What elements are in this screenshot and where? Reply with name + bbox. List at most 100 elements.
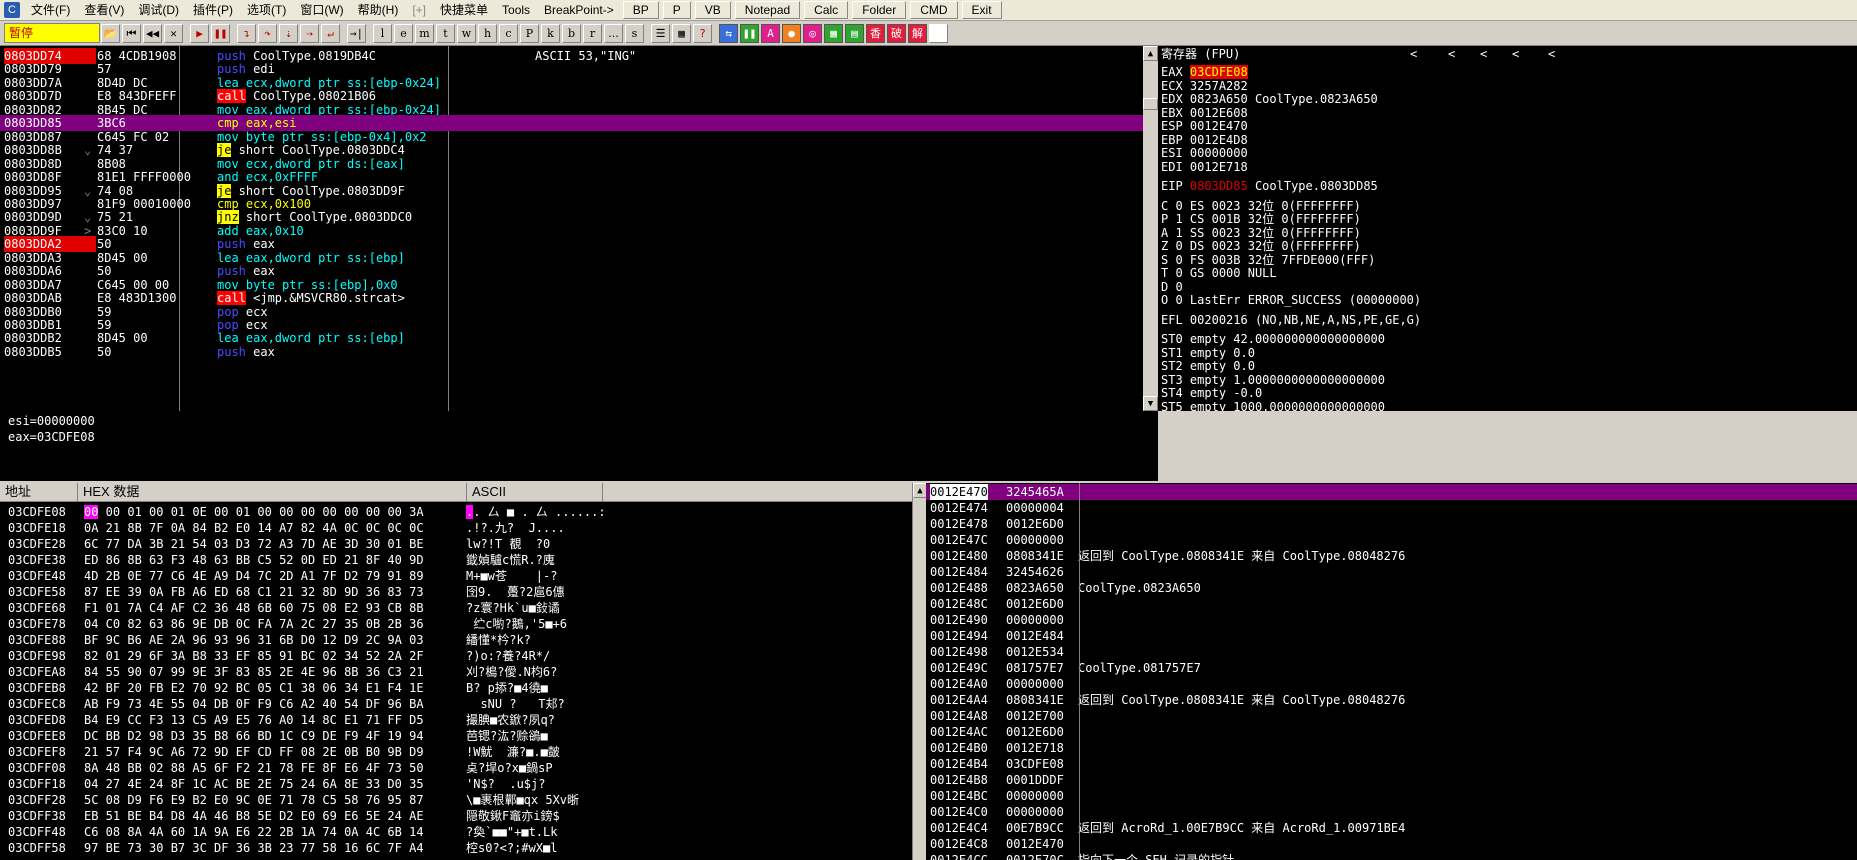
stack-row[interactable]: 0012E4A8 0012E700 <box>926 708 1857 724</box>
window-t-button[interactable]: t <box>436 23 455 43</box>
register-value[interactable]: 0803DD85 <box>1190 179 1248 193</box>
stack-row[interactable]: 0012E4AC 0012E6D0 <box>926 724 1857 740</box>
stack-row[interactable]: 0012E480 0808341E 返回到 CoolType.0808341E 来自… <box>926 548 1857 564</box>
plugin-2-button[interactable]: 解 <box>908 23 927 43</box>
stack-row[interactable]: 0012E488 0823A650 CoolType.0823A650 <box>926 580 1857 596</box>
step-into-icon[interactable]: ↴ <box>237 23 256 43</box>
stack-row[interactable]: 0012E498 0012E534 <box>926 644 1857 660</box>
stack-row[interactable]: 0012E494 0012E484 <box>926 628 1857 644</box>
nav-left-icon[interactable]: < <box>1512 46 1519 62</box>
plugin-0-button[interactable]: 香 <box>866 23 885 43</box>
nav-left-icon[interactable]: < <box>1448 46 1455 62</box>
dump-header-address[interactable]: 地址 <box>0 483 78 501</box>
menu-item[interactable]: Tools <box>495 0 537 20</box>
stack-row[interactable]: 0012E47C 00000000 <box>926 532 1857 548</box>
window-w-button[interactable]: w <box>457 23 476 43</box>
menu-button-folder[interactable]: Folder <box>852 1 907 19</box>
stack-row[interactable]: 0012E4C4 00E7B9CC 返回到 AcroRd_1.00E7B9CC 来自… <box>926 820 1857 836</box>
stack-row[interactable]: 0012E484 32454626 <box>926 564 1857 580</box>
open-folder-icon[interactable]: 📂 <box>101 23 120 43</box>
stack-row[interactable]: 0012E470 3245465A <box>926 484 1857 500</box>
menu-item[interactable]: 选项(T) <box>240 0 293 20</box>
goto-icon[interactable]: →| <box>347 23 366 43</box>
close-icon[interactable]: ✕ <box>164 23 183 43</box>
stack-row[interactable]: 0012E4C8 0012E470 <box>926 836 1857 852</box>
menu-item[interactable]: 快捷菜单 <box>433 0 495 20</box>
stack-row[interactable]: 0012E490 00000000 <box>926 612 1857 628</box>
window-r-button[interactable]: r <box>583 23 602 43</box>
pause-icon[interactable]: ❚❚ <box>211 23 230 43</box>
window-l-button[interactable]: l <box>373 23 392 43</box>
step-over-icon[interactable]: ↷ <box>258 23 277 43</box>
register-line[interactable]: EFL 00200216 (NO,NB,NE,A,NS,PE,GE,G) <box>1161 312 1421 328</box>
scroll-down-arrow-icon[interactable]: ▼ <box>1143 396 1158 411</box>
disassembly-pane[interactable]: 0803DD74 68 4CDB1908 push CoolType.0819DB4… <box>0 46 1158 416</box>
step-back-icon[interactable]: ◀◀ <box>143 23 162 43</box>
register-line[interactable]: ST5 empty 1000.0000000000000000 <box>1161 399 1385 412</box>
stack-row[interactable]: 0012E4BC 00000000 <box>926 788 1857 804</box>
menu-button-p[interactable]: P <box>662 1 691 19</box>
window-m-button[interactable]: m <box>415 23 434 43</box>
execute-till-return-icon[interactable]: ↵ <box>321 23 340 43</box>
menu-button-exit[interactable]: Exit <box>961 1 1002 19</box>
plugin-pause-icon[interactable]: ❚❚ <box>740 23 759 43</box>
stack-row[interactable]: 0012E4CC 0012E70C 指向下一个 SEH 记录的指针 <box>926 852 1857 860</box>
window-P-button[interactable]: P <box>520 23 539 43</box>
window-h-button[interactable]: h <box>478 23 497 43</box>
registers-pane[interactable]: 寄存器 (FPU) < < < < < EAX 03CDFE08 ECX 325… <box>1158 46 1857 411</box>
plugin-grid-icon[interactable]: ▦ <box>824 23 843 43</box>
window-dots-button[interactable]: ... <box>604 23 623 43</box>
register-line[interactable]: EDI 0012E718 <box>1161 159 1255 175</box>
plugin-1-button[interactable]: 破 <box>887 23 906 43</box>
stack-row[interactable]: 0012E4B8 0001DDDF <box>926 772 1857 788</box>
rewind-icon[interactable]: ⏮ <box>122 23 141 43</box>
menu-item[interactable]: 帮助(H) <box>351 0 406 20</box>
register-value[interactable]: GS 0000 <box>1190 266 1241 280</box>
stack-row[interactable]: 0012E4B4 03CDFE08 <box>926 756 1857 772</box>
register-value[interactable]: LastErr <box>1190 293 1241 307</box>
menu-item[interactable]: 查看(V) <box>77 0 131 20</box>
trace-into-icon[interactable]: ⇣ <box>279 23 298 43</box>
blank-button[interactable] <box>929 23 948 43</box>
trace-over-icon[interactable]: ⇢ <box>300 23 319 43</box>
disasm-address[interactable]: 0803DDB5 <box>4 344 96 360</box>
menu-button-cmd[interactable]: CMD <box>910 1 958 19</box>
window-e-button[interactable]: e <box>394 23 413 43</box>
plugin-a-icon[interactable]: A <box>761 23 780 43</box>
stack-row[interactable]: 0012E4A4 0808341E 返回到 CoolType.0808341E 来自… <box>926 692 1857 708</box>
list-icon[interactable]: ☰ <box>651 23 670 43</box>
register-value[interactable]: 0012E718 <box>1190 160 1248 174</box>
scroll-thumb[interactable] <box>1143 98 1158 110</box>
plugin-lock-icon[interactable]: ◎ <box>803 23 822 43</box>
window-k-button[interactable]: k <box>541 23 560 43</box>
scroll-up-arrow-icon[interactable]: ▲ <box>1143 46 1158 61</box>
plugin-table-icon[interactable]: ▤ <box>845 23 864 43</box>
menu-item[interactable]: [+] <box>405 0 433 20</box>
disasm-row[interactable]: 0803DDB5 50 push eax <box>0 344 1143 360</box>
menu-button-bp[interactable]: BP <box>622 1 659 19</box>
register-value[interactable]: 00200216 <box>1190 313 1248 327</box>
menu-item[interactable]: 插件(P) <box>186 0 240 20</box>
run-icon[interactable]: ▶ <box>190 23 209 43</box>
nav-left-icon[interactable]: < <box>1410 46 1417 62</box>
disassembly-scrollbar[interactable]: ▲ ▼ <box>1143 46 1158 411</box>
dump-scrollbar[interactable]: ▲ <box>912 483 927 860</box>
stack-row[interactable]: 0012E4B0 0012E718 <box>926 740 1857 756</box>
menu-button-calc[interactable]: Calc <box>804 1 849 19</box>
menu-item[interactable]: BreakPoint-> <box>537 0 621 20</box>
stack-pane[interactable]: 0012E470 3245465A 0012E474 00000004 0012E478… <box>926 483 1857 860</box>
window-c-button[interactable]: c <box>499 23 518 43</box>
window-s-button[interactable]: s <box>625 23 644 43</box>
menu-item[interactable]: 调试(D) <box>131 0 186 20</box>
menu-item[interactable]: 文件(F) <box>24 0 77 20</box>
options-icon[interactable]: ▦ <box>672 23 691 43</box>
nav-left-icon[interactable]: < <box>1480 46 1487 62</box>
memory-dump-pane[interactable]: 03CDFE08 00 00 01 00 01 0E 00 01 00 00 00… <box>0 502 912 860</box>
dump-header-hex[interactable]: HEX 数据 <box>78 483 467 501</box>
stack-row[interactable]: 0012E474 00000004 <box>926 500 1857 516</box>
nav-left-icon[interactable]: < <box>1548 46 1555 62</box>
menu-button-notepad[interactable]: Notepad <box>734 1 801 19</box>
register-value[interactable]: empty <box>1190 400 1226 412</box>
register-line[interactable]: EIP 0803DD85 CoolType.0803DD85 <box>1161 178 1378 194</box>
dump-header-ascii[interactable]: ASCII <box>467 483 603 501</box>
